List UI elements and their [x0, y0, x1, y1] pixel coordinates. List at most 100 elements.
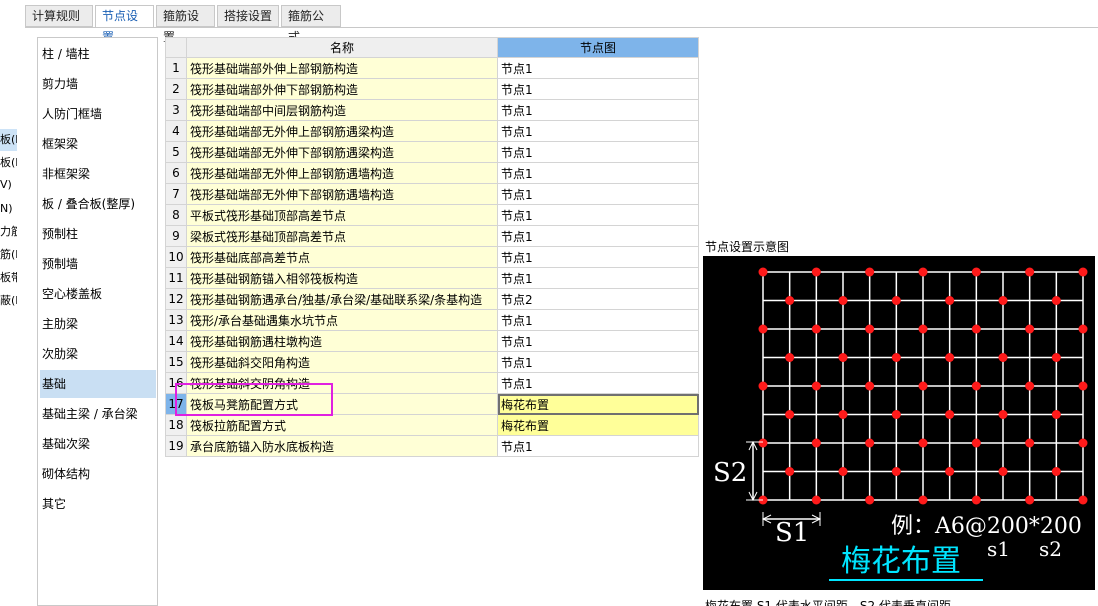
row-node-value[interactable]: 节点1	[497, 267, 699, 289]
table-row[interactable]: 10 筏形基础底部高差节点 节点1	[165, 246, 699, 268]
row-node-value[interactable]: 节点1	[497, 309, 699, 331]
category-item[interactable]: 非框架梁	[40, 160, 156, 188]
row-node-value[interactable]: 节点1	[497, 435, 699, 457]
category-item[interactable]: 预制墙	[40, 250, 156, 278]
left-strip-item[interactable]: 板(E	[0, 152, 17, 174]
chair-bar-dot	[998, 467, 1008, 476]
row-node-value[interactable]: 节点1	[497, 372, 699, 394]
left-strip-item[interactable]: V)	[0, 174, 12, 196]
row-name[interactable]: 筏形基础斜交阳角构造	[186, 351, 498, 373]
chair-bar-dot	[785, 467, 795, 476]
row-index: 6	[165, 162, 187, 184]
table-row[interactable]: 3 筏形基础端部中间层钢筋构造 节点1	[165, 99, 699, 121]
table-row[interactable]: 5 筏形基础端部无外伸下部钢筋遇梁构造 节点1	[165, 141, 699, 163]
tab-stirrup-settings[interactable]: 箍筋设置	[156, 5, 215, 44]
table-row[interactable]: 6 筏形基础端部无外伸上部钢筋遇墙构造 节点1	[165, 162, 699, 184]
category-item[interactable]: 人防门框墙	[40, 100, 156, 128]
category-item[interactable]: 框架梁	[40, 130, 156, 158]
chair-bar-dot	[758, 267, 768, 277]
row-node-value[interactable]: 节点1	[497, 141, 699, 163]
row-node-value[interactable]: 节点1	[497, 183, 699, 205]
left-strip-item[interactable]: N)	[0, 198, 13, 220]
row-node-value[interactable]: 节点1	[497, 225, 699, 247]
header-node[interactable]: 节点图	[497, 37, 699, 58]
row-node-value[interactable]: 节点1	[497, 78, 699, 100]
row-name[interactable]: 筏形基础端部无外伸上部钢筋遇梁构造	[186, 120, 498, 142]
row-name[interactable]: 筏形基础底部高差节点	[186, 246, 498, 268]
row-node-value[interactable]: 节点1	[497, 120, 699, 142]
table-row[interactable]: 7 筏形基础端部无外伸下部钢筋遇墙构造 节点1	[165, 183, 699, 205]
category-item[interactable]: 预制柱	[40, 220, 156, 248]
row-node-value[interactable]: 梅花布置	[497, 393, 699, 415]
chair-bar-dot	[998, 410, 1008, 419]
left-strip-item[interactable]: 力筋	[0, 221, 17, 243]
row-name[interactable]: 筏形基础钢筋遇柱墩构造	[186, 330, 498, 352]
preview-footer: 梅花布置 S1 代表水平间距，S2 代表垂直间距	[705, 599, 951, 606]
chair-bar-dot	[758, 438, 768, 448]
table-row[interactable]: 12 筏形基础钢筋遇承台/独基/承台梁/基础联系梁/条基构造 节点2	[165, 288, 699, 310]
tab-stirrup-formula[interactable]: 箍筋公式	[281, 5, 341, 44]
chair-bar-dot	[971, 438, 981, 448]
row-node-value[interactable]: 节点1	[497, 330, 699, 352]
left-strip-item[interactable]: 筋(F	[0, 244, 17, 266]
category-item[interactable]: 基础	[40, 370, 156, 398]
category-item[interactable]: 空心楼盖板	[40, 280, 156, 308]
tab-calc-rules[interactable]: 计算规则	[25, 5, 93, 27]
chair-bar-dot	[811, 324, 821, 334]
category-item[interactable]: 基础主梁 / 承台梁	[40, 400, 156, 428]
row-name[interactable]: 筏形基础钢筋遇承台/独基/承台梁/基础联系梁/条基构造	[186, 288, 498, 310]
table-row[interactable]: 13 筏形/承台基础遇集水坑节点 节点1	[165, 309, 699, 331]
row-node-value[interactable]: 节点2	[497, 288, 699, 310]
row-name[interactable]: 筏板拉筋配置方式	[186, 414, 498, 436]
row-index: 7	[165, 183, 187, 205]
row-node-value[interactable]: 节点1	[497, 351, 699, 373]
chair-bar-dot	[918, 381, 928, 391]
row-name[interactable]: 筏形基础端部无外伸上部钢筋遇墙构造	[186, 162, 498, 184]
category-item[interactable]: 主肋梁	[40, 310, 156, 338]
row-node-value[interactable]: 节点1	[497, 204, 699, 226]
table-row[interactable]: 19 承台底筋锚入防水底板构造 节点1	[165, 435, 699, 457]
category-item[interactable]: 其它	[40, 490, 156, 518]
table-row[interactable]: 15 筏形基础斜交阳角构造 节点1	[165, 351, 699, 373]
row-name[interactable]: 筏形/承台基础遇集水坑节点	[186, 309, 498, 331]
chair-bar-dot	[865, 495, 875, 505]
category-item[interactable]: 板 / 叠合板(整厚)	[40, 190, 156, 218]
table-row[interactable]: 8 平板式筏形基础顶部高差节点 节点1	[165, 204, 699, 226]
left-strip-item[interactable]: 蔽(E	[0, 290, 17, 312]
row-node-value[interactable]: 节点1	[497, 99, 699, 121]
row-name[interactable]: 筏形基础端部无外伸下部钢筋遇墙构造	[186, 183, 498, 205]
table-row[interactable]: 2 筏形基础端部外伸下部钢筋构造 节点1	[165, 78, 699, 100]
row-name[interactable]: 梁板式筏形基础顶部高差节点	[186, 225, 498, 247]
row-index: 5	[165, 141, 187, 163]
category-item[interactable]: 次肋梁	[40, 340, 156, 368]
table-row[interactable]: 14 筏形基础钢筋遇柱墩构造 节点1	[165, 330, 699, 352]
table-row[interactable]: 4 筏形基础端部无外伸上部钢筋遇梁构造 节点1	[165, 120, 699, 142]
category-item[interactable]: 剪力墙	[40, 70, 156, 98]
table-row[interactable]: 11 筏形基础钢筋锚入相邻筏板构造 节点1	[165, 267, 699, 289]
table-row[interactable]: 18 筏板拉筋配置方式 梅花布置	[165, 414, 699, 436]
tab-node-settings[interactable]: 节点设置	[95, 5, 154, 44]
category-item[interactable]: 柱 / 墙柱	[40, 40, 156, 68]
tab-lap-settings[interactable]: 搭接设置	[217, 5, 279, 27]
row-name[interactable]: 筏形基础钢筋锚入相邻筏板构造	[186, 267, 498, 289]
table-row[interactable]: 1 筏形基础端部外伸上部钢筋构造 节点1	[165, 57, 699, 79]
left-strip-item[interactable]: 板带	[0, 267, 17, 289]
plum-layout-label: 梅花布置	[841, 544, 961, 579]
category-item[interactable]: 砌体结构	[40, 460, 156, 488]
chair-bar-dot	[758, 324, 768, 334]
table-row[interactable]: 9 梁板式筏形基础顶部高差节点 节点1	[165, 225, 699, 247]
row-name[interactable]: 筏形基础端部中间层钢筋构造	[186, 99, 498, 121]
left-strip-item[interactable]: 板(E	[0, 129, 17, 151]
row-node-value[interactable]: 节点1	[497, 57, 699, 79]
row-name[interactable]: 筏形基础端部外伸下部钢筋构造	[186, 78, 498, 100]
row-name[interactable]: 筏形基础端部无外伸下部钢筋遇梁构造	[186, 141, 498, 163]
chair-bar-dot	[865, 381, 875, 391]
row-node-value[interactable]: 梅花布置	[497, 414, 699, 436]
row-node-value[interactable]: 节点1	[497, 162, 699, 184]
row-name[interactable]: 筏形基础端部外伸上部钢筋构造	[186, 57, 498, 79]
category-item[interactable]: 基础次梁	[40, 430, 156, 458]
header-name[interactable]: 名称	[186, 37, 498, 58]
row-node-value[interactable]: 节点1	[497, 246, 699, 268]
row-name[interactable]: 承台底筋锚入防水底板构造	[186, 435, 498, 457]
row-name[interactable]: 平板式筏形基础顶部高差节点	[186, 204, 498, 226]
